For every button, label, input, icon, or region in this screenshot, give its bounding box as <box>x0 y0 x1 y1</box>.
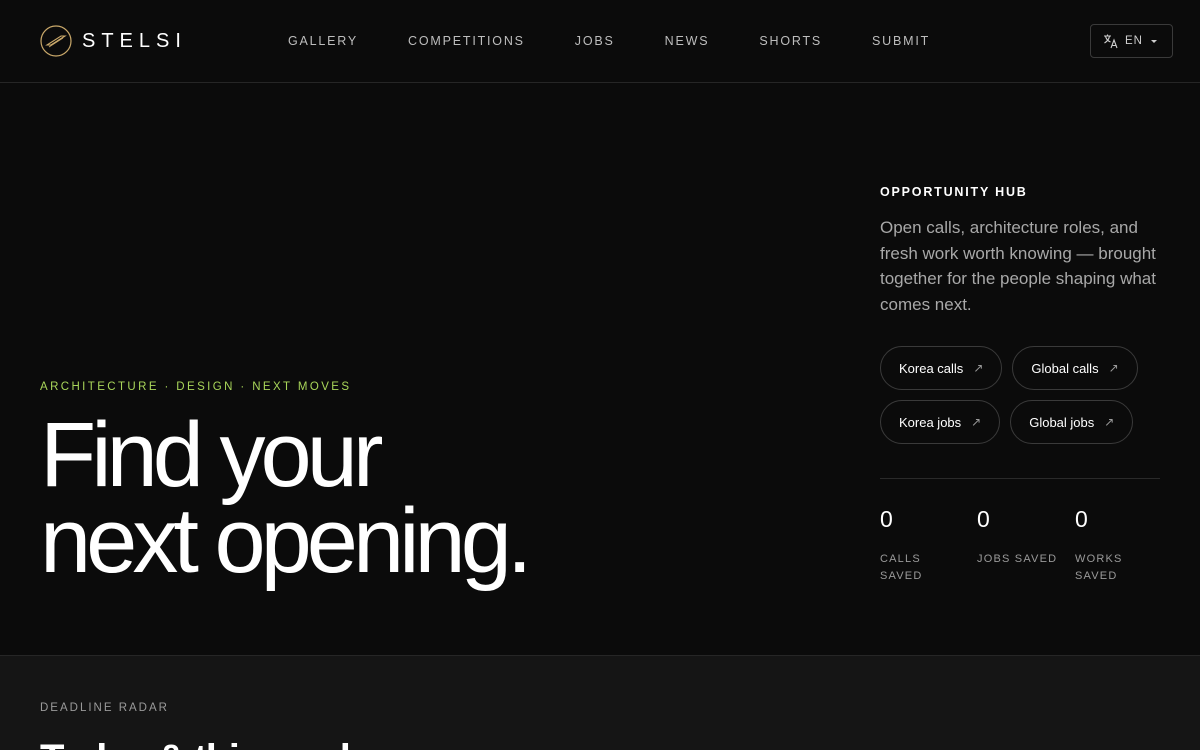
global-calls-link[interactable]: Global calls ↗ <box>1012 346 1138 390</box>
stat-label: WORKS SAVED <box>1075 553 1123 582</box>
pill-label: Global jobs <box>1029 414 1095 430</box>
hero-title-line-1: Find your <box>40 404 384 506</box>
korea-jobs-link[interactable]: Korea jobs ↗ <box>880 400 1001 444</box>
hero-title: Find your next opening. <box>40 404 532 592</box>
stat-works-saved: 0 WORKS SAVED <box>1075 505 1170 585</box>
translate-icon <box>1104 34 1118 49</box>
pill-label: Global calls <box>1031 360 1099 376</box>
stat-value: 0 <box>1075 506 1088 532</box>
hero-eyebrow: ARCHITECTURE · DESIGN · NEXT MOVES <box>40 381 352 393</box>
language-selector[interactable]: EN <box>1090 24 1173 58</box>
site-header: STELSI GALLERY COMPETITIONS JOBS NEWS SH… <box>0 0 1200 83</box>
hero-title-line-2: next opening. <box>40 490 532 592</box>
main-nav: GALLERY COMPETITIONS JOBS NEWS SHORTS SU… <box>288 33 980 49</box>
deadline-radar-section: DEADLINE RADAR Today & this week <box>0 655 1200 750</box>
nav-jobs[interactable]: JOBS <box>575 33 615 49</box>
arrow-up-right-icon: ↗ <box>1108 361 1119 375</box>
stat-label: CALLS SAVED <box>880 553 923 582</box>
nav-gallery[interactable]: GALLERY <box>288 33 358 49</box>
pill-label: Korea calls <box>899 360 964 376</box>
stat-calls-saved: 0 CALLS SAVED <box>880 505 975 585</box>
language-label: EN <box>1125 35 1143 47</box>
brand-logo[interactable]: STELSI <box>40 25 187 57</box>
korea-calls-link[interactable]: Korea calls ↗ <box>880 346 1003 390</box>
deadline-label: DEADLINE RADAR <box>40 702 169 714</box>
nav-shorts[interactable]: SHORTS <box>759 33 822 49</box>
stat-value: 0 <box>977 506 990 532</box>
brand-name: STELSI <box>82 29 187 52</box>
stat-jobs-saved: 0 JOBS SAVED <box>977 505 1072 568</box>
pill-label: Korea jobs <box>899 414 962 430</box>
arrow-up-right-icon: ↗ <box>1104 415 1115 429</box>
stat-label: JOBS SAVED <box>977 553 1058 565</box>
nav-submit[interactable]: SUBMIT <box>872 33 930 49</box>
deadline-title: Today & this week <box>40 735 362 750</box>
hub-links: Korea calls ↗ Global calls ↗ Korea jobs … <box>880 346 1170 454</box>
nav-competitions[interactable]: COMPETITIONS <box>408 33 525 49</box>
nav-news[interactable]: NEWS <box>665 33 710 49</box>
caret-down-icon <box>1150 39 1157 43</box>
arrow-up-right-icon: ↗ <box>971 415 982 429</box>
stat-value: 0 <box>880 506 893 532</box>
global-jobs-link[interactable]: Global jobs ↗ <box>1010 400 1134 444</box>
stelsi-logo-icon <box>40 25 72 57</box>
arrow-up-right-icon: ↗ <box>973 361 984 375</box>
hub-label: OPPORTUNITY HUB <box>880 185 1028 199</box>
hub-description: Open calls, architecture roles, and fres… <box>880 218 1156 314</box>
hub-divider <box>880 478 1160 479</box>
